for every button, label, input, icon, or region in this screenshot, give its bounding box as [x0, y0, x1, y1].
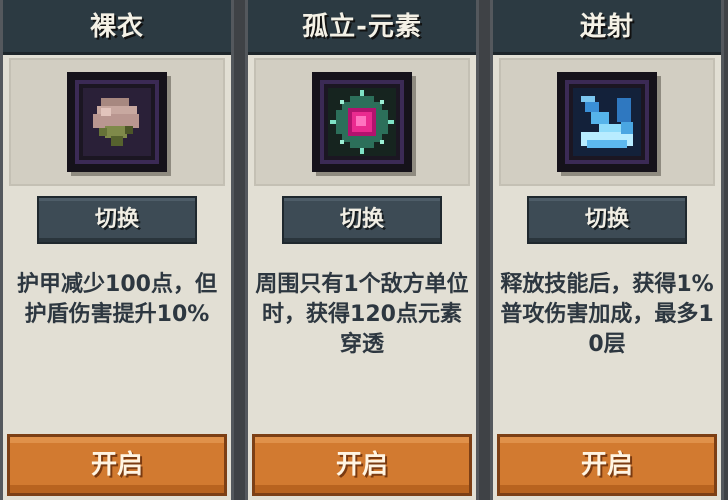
toggle-button[interactable]: 切换: [37, 196, 197, 244]
talent-card-3: 迸射 切换 释放技能后，获得1%普攻伤害加成，最多10层 开启: [490, 0, 724, 500]
card-title: 孤立-元素: [248, 0, 476, 55]
icon-panel: [9, 58, 225, 186]
toggle-button[interactable]: 切换: [282, 196, 442, 244]
card-title: 裸衣: [3, 0, 231, 55]
open-button[interactable]: 开启: [252, 434, 472, 496]
card-title: 迸射: [493, 0, 721, 55]
talent-card-1: 裸衣 切换 护甲减少100点，但护盾伤害提升10% 开启: [0, 0, 234, 500]
talent-card-2: 孤立-元素 切换 周围只有1个敌方单位时，获得120点元素穿透 开启: [245, 0, 479, 500]
toggle-button[interactable]: 切换: [527, 196, 687, 244]
magenta-element-orb-icon: [316, 76, 408, 168]
icon-panel: [499, 58, 715, 186]
open-button[interactable]: 开启: [497, 434, 717, 496]
card-description: 周围只有1个敌方单位时，获得120点元素穿透: [255, 272, 469, 357]
open-button[interactable]: 开启: [7, 434, 227, 496]
pink-flower-sack-icon: [71, 76, 163, 168]
card-description: 护甲减少100点，但护盾伤害提升10%: [17, 272, 217, 327]
blue-crystal-burst-icon: [561, 76, 653, 168]
icon-panel: [254, 58, 470, 186]
card-description: 释放技能后，获得1%普攻伤害加成，最多10层: [500, 272, 714, 357]
